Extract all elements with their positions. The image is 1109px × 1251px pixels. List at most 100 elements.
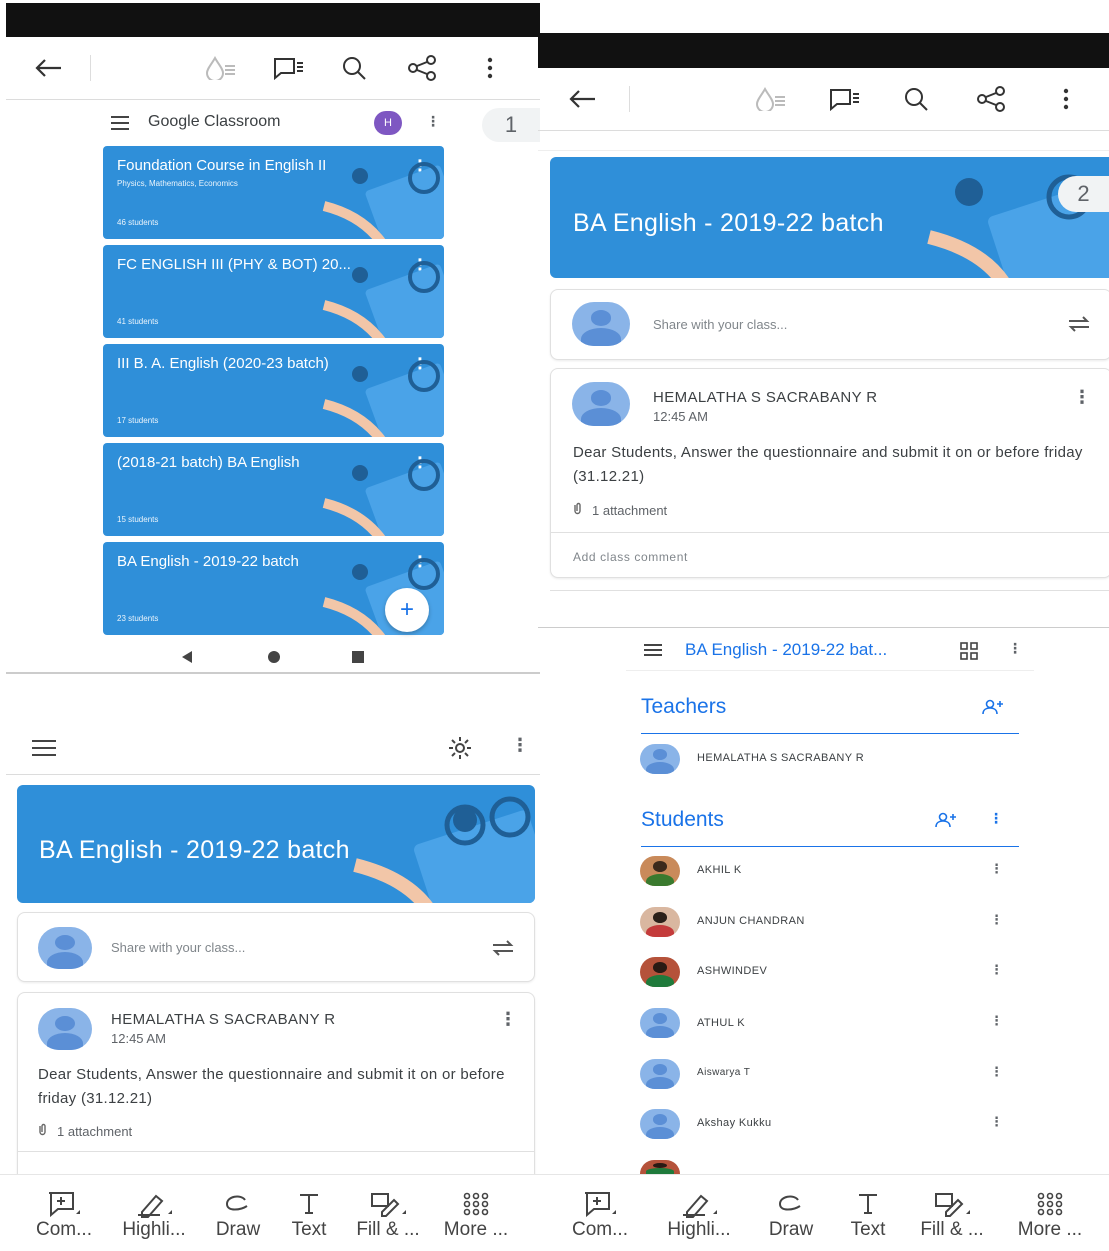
tool-more[interactable]: More ...: [434, 1189, 518, 1241]
back-arrow-icon[interactable]: [566, 85, 598, 113]
comment-icon[interactable]: [826, 85, 862, 113]
tool-text[interactable]: Text: [280, 1189, 338, 1241]
class-student-count: 23 students: [117, 614, 159, 623]
page-number: 2: [1077, 181, 1090, 206]
post-attachment[interactable]: 1 attachment: [573, 502, 667, 518]
class-title: Foundation Course in English II: [117, 157, 327, 174]
post-body: Dear Students, Answer the questionnaire …: [573, 444, 1083, 485]
more-vert-icon[interactable]: [480, 54, 500, 82]
highlighter-icon: [654, 1189, 744, 1219]
top-bar-more-icon[interactable]: ⋮: [511, 735, 529, 756]
class-card[interactable]: (2018-21 batch) BA English 15 students ⋮: [103, 443, 444, 536]
toolbar-separator-1: [6, 99, 540, 100]
nav-home-icon[interactable]: [268, 651, 280, 663]
tool-fill-sign[interactable]: Fill & ...: [344, 1189, 432, 1241]
comment-icon[interactable]: [270, 54, 306, 82]
settings-icon[interactable]: [445, 734, 475, 762]
student-name[interactable]: Akshay Kukku: [697, 1117, 772, 1129]
student-more-icon[interactable]: ⋮: [990, 1114, 1003, 1130]
status-bar-1: [6, 3, 540, 37]
student-more-icon[interactable]: ⋮: [990, 912, 1003, 928]
reading-mode-icon[interactable]: [202, 54, 238, 82]
student-more-icon[interactable]: ⋮: [990, 1013, 1003, 1029]
student-name[interactable]: AKHIL K: [697, 864, 742, 876]
class-illustration: [322, 162, 444, 239]
student-more-icon[interactable]: ⋮: [990, 962, 1003, 978]
fab-plus: +: [399, 596, 414, 623]
teachers-underline: [641, 733, 1019, 734]
tool-fill-sign[interactable]: Fill & ...: [906, 1189, 998, 1241]
post-more-icon[interactable]: ⋮: [499, 1009, 517, 1030]
app-bar-more-icon[interactable]: ⋮: [426, 113, 440, 130]
student-more-icon[interactable]: ⋮: [990, 1064, 1003, 1080]
class-student-count: 41 students: [117, 317, 159, 326]
share-icon[interactable]: [974, 85, 1008, 113]
back-arrow-icon[interactable]: [32, 54, 64, 82]
class-card[interactable]: FC ENGLISH III (PHY & BOT) 20... 41 stud…: [103, 245, 444, 338]
class-card[interactable]: Foundation Course in English II Physics,…: [103, 146, 444, 239]
tool-more[interactable]: More ...: [1002, 1189, 1098, 1241]
class-banner-illustration: [353, 796, 535, 903]
reading-mode-icon[interactable]: [752, 85, 788, 113]
student-name[interactable]: Aiswarya T: [697, 1067, 750, 1078]
post-attachment[interactable]: 1 attachment: [38, 1123, 132, 1139]
search-icon[interactable]: [900, 85, 932, 113]
search-icon[interactable]: [338, 54, 370, 82]
student-more-icon[interactable]: ⋮: [990, 861, 1003, 877]
grid-icon[interactable]: [958, 641, 980, 661]
tool-highlight[interactable]: Highli...: [112, 1189, 196, 1241]
tool-text[interactable]: Text: [838, 1189, 898, 1241]
tool-highlight[interactable]: Highli...: [654, 1189, 744, 1241]
page-number: 1: [504, 112, 518, 137]
more-vert-icon[interactable]: [1056, 85, 1076, 113]
tool-draw[interactable]: Draw: [206, 1189, 270, 1241]
student-name[interactable]: ATHUL K: [697, 1017, 745, 1029]
draw-icon: [206, 1189, 270, 1219]
comment-divider: [551, 532, 1109, 533]
student-avatar: [640, 957, 680, 987]
repost-icon[interactable]: [1065, 310, 1093, 338]
toolbar-separator-2b: [538, 150, 1109, 151]
tool-label: Draw: [768, 1219, 814, 1240]
class-banner: BA English - 2019-22 batch: [17, 785, 535, 903]
add-class-comment[interactable]: Add class comment: [573, 550, 688, 564]
class-subtitle: Physics, Mathematics, Economics: [117, 179, 238, 188]
menu-icon[interactable]: [30, 737, 58, 759]
share-icon[interactable]: [405, 54, 439, 82]
nav-back-icon[interactable]: [182, 651, 192, 663]
nav-recents-icon[interactable]: [352, 651, 364, 663]
post-body: Dear Students, Answer the questionnaire …: [38, 1066, 505, 1107]
tool-comment[interactable]: Com...: [562, 1189, 638, 1241]
paperclip-icon: [38, 1123, 47, 1139]
tool-label: Com...: [572, 1219, 628, 1240]
menu-icon[interactable]: [108, 113, 132, 133]
panel2-divider-b: [538, 627, 1109, 628]
more-grid-icon: [1002, 1189, 1098, 1219]
tool-comment[interactable]: Com...: [26, 1189, 102, 1241]
account-avatar[interactable]: H: [374, 111, 402, 135]
class-illustration: [322, 360, 444, 437]
account-initial: H: [384, 117, 392, 129]
class-student-count: 46 students: [117, 218, 159, 227]
share-box[interactable]: Share with your class...: [550, 289, 1109, 360]
student-name[interactable]: ASHWINDEV: [697, 965, 767, 977]
student-name[interactable]: ANJUN CHANDRAN: [697, 915, 805, 927]
teacher-name: HEMALATHA S SACRABANY R: [697, 752, 865, 764]
tool-label: Com...: [36, 1219, 92, 1240]
post-more-icon[interactable]: ⋮: [1073, 387, 1091, 408]
add-person-icon[interactable]: [933, 810, 959, 830]
tool-label: Text: [291, 1219, 327, 1240]
tool-draw[interactable]: Draw: [756, 1189, 826, 1241]
add-person-icon[interactable]: [980, 697, 1006, 717]
fill-sign-icon: [906, 1189, 998, 1219]
add-class-button[interactable]: +: [385, 588, 429, 632]
share-box[interactable]: Share with your class...: [17, 912, 535, 982]
students-more-icon[interactable]: ⋮: [989, 810, 1003, 827]
page-number-badge-1: 1: [482, 108, 540, 142]
repost-icon[interactable]: [489, 934, 517, 962]
tool-label: More ...: [1017, 1219, 1083, 1240]
class-card[interactable]: III B. A. English (2020-23 batch) 17 stu…: [103, 344, 444, 437]
people-more-icon[interactable]: ⋮: [1008, 640, 1022, 657]
tool-label: Highli...: [667, 1219, 731, 1240]
menu-icon[interactable]: [642, 641, 664, 659]
